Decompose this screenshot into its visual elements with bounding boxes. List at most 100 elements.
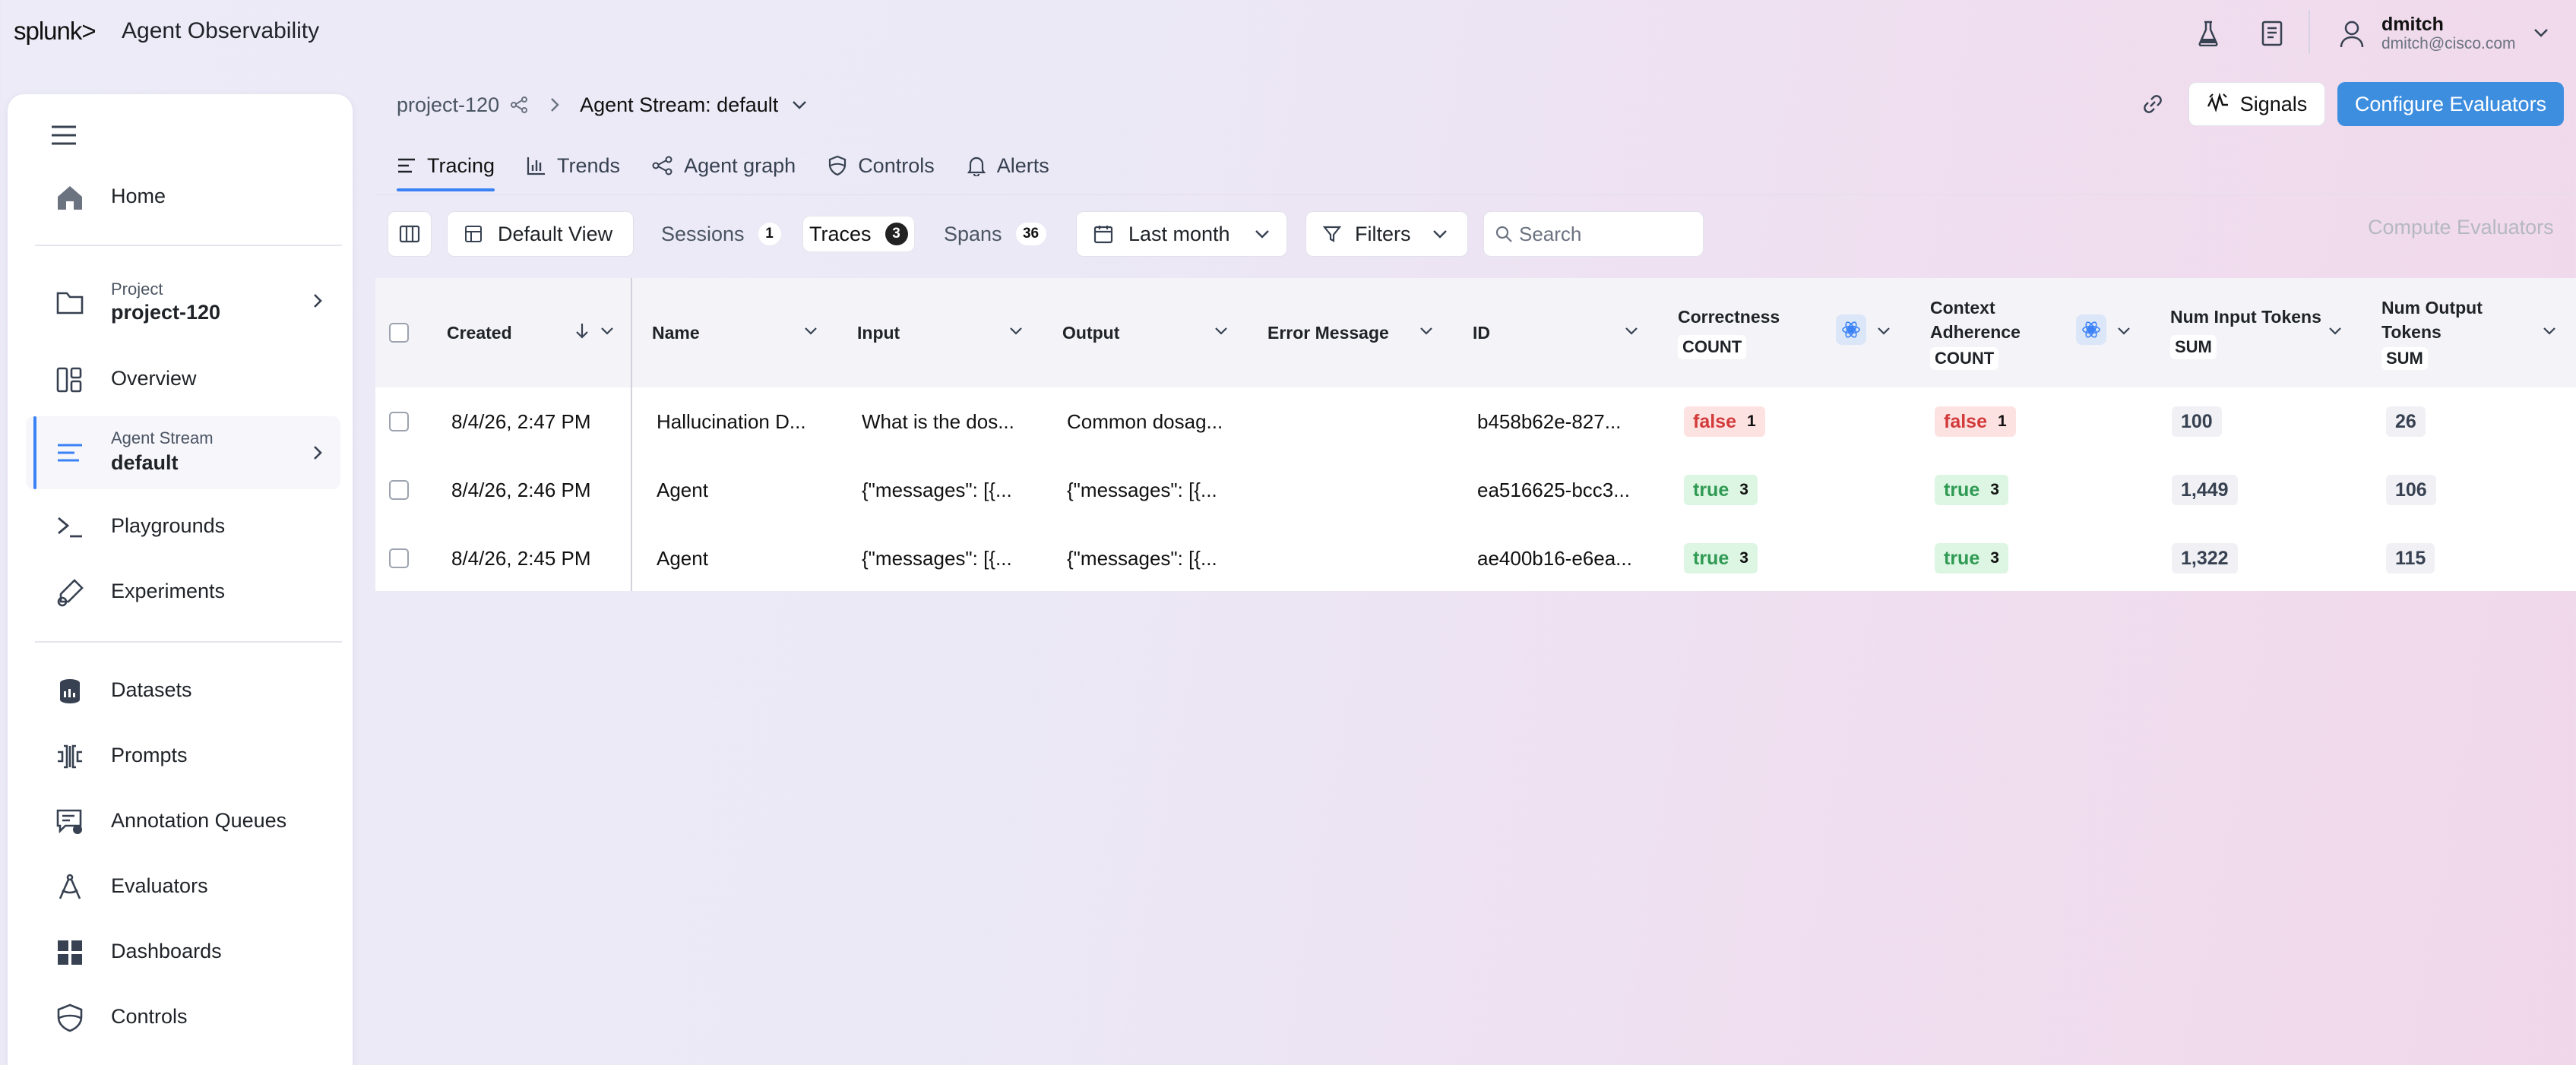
cell-input: {"messages": [{... [862,546,1012,570]
configure-evaluators-button[interactable]: Configure Evaluators [2337,82,2564,126]
cell-created: 8/4/26, 2:45 PM [451,546,591,570]
breadcrumb-project[interactable]: project-120 [397,93,499,117]
chevron-down-icon[interactable] [1009,327,1023,336]
segment-sessions[interactable]: Sessions 1 [661,216,781,252]
select-all-checkbox[interactable] [389,278,409,387]
status-badge: true 3 [1935,475,2008,505]
column-id[interactable]: ID [1473,278,1490,387]
experiments-icon [57,579,84,607]
bell-icon [967,156,986,176]
badge-count: 1 [1746,412,1756,430]
sidebar-item-playgrounds[interactable]: Playgrounds [26,498,340,553]
segment-traces[interactable]: Traces 3 [802,216,915,252]
chevron-down-icon[interactable] [1419,327,1433,336]
sidebar-item-experiments[interactable]: Experiments [26,564,340,618]
cell-name: Agent [657,546,708,570]
cell-input: {"messages": [{... [862,478,1012,501]
row-checkbox[interactable] [389,456,409,524]
sidebar: Home Project project-120 Overview Agent … [8,94,353,1065]
chevron-down-icon[interactable] [2543,327,2556,336]
badge-count: 3 [1739,481,1748,498]
column-output[interactable]: Output [1062,278,1119,387]
date-range-dropdown[interactable]: Last month [1076,211,1287,257]
chevron-down-icon[interactable] [1625,327,1638,336]
table-row[interactable]: 8/4/26, 2:45 PM Agent {"messages": [{...… [375,524,2576,593]
column-label: Input [857,322,900,343]
chevron-down-icon [2534,29,2548,37]
segment-spans[interactable]: Spans 36 [944,216,1046,252]
cell-output: Common dosag... [1067,409,1223,433]
share-icon[interactable] [510,96,528,114]
column-created[interactable]: Created [447,278,512,387]
chevron-down-icon[interactable] [600,327,614,336]
sidebar-item-evaluators[interactable]: Evaluators [26,858,340,913]
chevron-down-icon[interactable] [2117,327,2131,336]
chevron-right-icon [314,294,322,308]
chevron-down-icon[interactable] [1214,327,1228,336]
chevron-down-icon[interactable] [804,327,818,336]
pinned-column-divider [631,278,632,591]
book-icon[interactable] [2257,18,2287,49]
cell-name: Hallucination D... [657,409,806,433]
aggregation-badge: COUNT [1678,334,1747,359]
sidebar-item-dashboards[interactable]: Dashboards [26,924,340,978]
shield-icon [829,155,847,176]
tab-trends[interactable]: Trends [527,141,620,190]
evaluator-icon[interactable] [2076,314,2106,345]
sidebar-item-project[interactable]: Project project-120 [26,273,340,328]
row-checkbox[interactable] [389,387,409,456]
table-row[interactable]: 8/4/26, 2:46 PM Agent {"messages": [{...… [375,456,2576,524]
brand-logo[interactable]: splunk> [14,17,97,46]
chevron-down-icon[interactable] [1877,327,1891,336]
sidebar-item-annotation-queues[interactable]: Annotation Queues [26,793,340,848]
stream-caption: Agent Stream [111,428,214,447]
breadcrumb-stream[interactable]: Agent Stream: default [580,93,778,117]
evaluator-icon[interactable] [1836,314,1866,345]
app-title: Agent Observability [122,18,320,43]
sidebar-item-home[interactable]: Home [26,169,340,223]
tab-tracing[interactable]: Tracing [397,141,495,191]
column-num-input-tokens[interactable]: Num Input Tokens SUM [2170,278,2321,387]
row-checkbox[interactable] [389,524,409,593]
tab-alerts[interactable]: Alerts [967,141,1049,190]
default-view-button[interactable]: Default View [447,211,634,257]
column-label: Adherence [1930,322,2021,342]
tab-controls[interactable]: Controls [828,141,935,190]
column-context-adherence[interactable]: Context Adherence COUNT [1930,278,2021,387]
sort-desc-icon[interactable] [574,322,590,340]
filters-dropdown[interactable]: Filters [1305,211,1468,257]
compute-evaluators-button[interactable]: Compute Evaluators [2368,216,2554,239]
badge-value: false [1693,410,1736,432]
flask-icon[interactable] [2193,18,2223,49]
sidebar-item-label: Annotation Queues [111,808,287,832]
sidebar-item-overview[interactable]: Overview [26,351,340,406]
sidebar-item-agent-stream[interactable]: Agent Stream default [26,416,340,489]
token-badge: 1,322 [2172,543,2238,574]
column-input[interactable]: Input [857,278,900,387]
token-badge: 1,449 [2172,475,2238,505]
signals-label: Signals [2239,92,2308,115]
chevron-down-icon[interactable] [792,100,807,110]
signals-button[interactable]: Signals [2188,82,2325,126]
shield-icon [57,1003,83,1032]
traces-count-badge: 3 [885,223,908,245]
column-label: Tokens [2381,322,2442,342]
spans-count-badge: 36 [1015,223,1046,245]
column-name[interactable]: Name [652,278,700,387]
chevron-down-icon[interactable] [2328,327,2342,336]
stream-name: default [111,451,179,474]
table-row[interactable]: 8/4/26, 2:47 PM Hallucination D... What … [375,387,2576,456]
cell-context-adherence: false 1 [1935,387,2016,456]
link-icon[interactable] [2135,87,2170,122]
columns-toggle-button[interactable] [388,211,432,257]
hamburger-icon[interactable] [50,125,78,150]
column-num-output-tokens[interactable]: Num Output Tokens SUM [2381,278,2483,387]
sidebar-item-controls[interactable]: Controls [26,989,340,1044]
sidebar-item-prompts[interactable]: Prompts [26,728,340,782]
sidebar-item-datasets[interactable]: Datasets [26,662,340,717]
sessions-label: Sessions [661,222,745,245]
tab-agent-graph[interactable]: Agent graph [652,141,796,190]
column-correctness[interactable]: Correctness COUNT [1678,278,1780,387]
search-input[interactable] [1519,222,1686,246]
column-error-message[interactable]: Error Message [1267,278,1389,387]
